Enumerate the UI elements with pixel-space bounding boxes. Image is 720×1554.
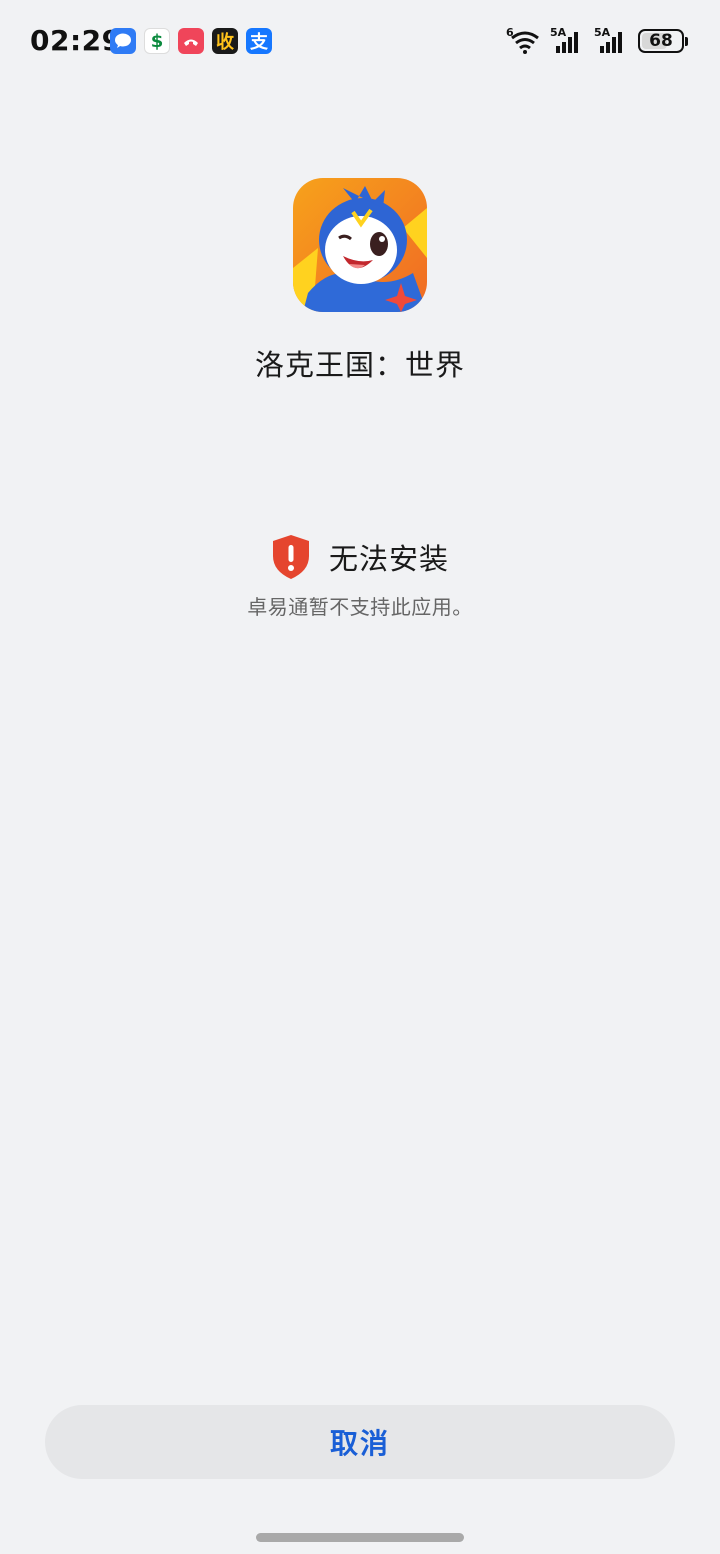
install-error: 无法安装 <box>0 534 720 580</box>
warning-shield-icon <box>271 534 311 580</box>
status-bar: 02:29 $ 收 支 6 5A 5A 68 <box>0 0 720 84</box>
battery-level: 68 <box>649 31 673 51</box>
status-time: 02:29 <box>30 24 122 57</box>
china-post-icon: $ <box>144 28 170 54</box>
wifi-icon: 6 <box>506 26 540 54</box>
phone-icon <box>178 28 204 54</box>
battery-indicator: 68 <box>638 29 688 53</box>
home-indicator[interactable] <box>256 1533 464 1542</box>
cashier-icon: 收 <box>212 28 238 54</box>
install-screen: 02:29 $ 收 支 6 5A 5A 68 洛克王国：世界 无法安装 卓易通暂… <box>0 0 720 1554</box>
app-name: 洛克王国：世界 <box>254 348 465 382</box>
battery-icon: 68 <box>638 29 684 53</box>
signal-sim2-icon: 5A <box>594 26 628 54</box>
alipay-icon: 支 <box>246 28 272 54</box>
signal-sim1-icon: 5A <box>550 26 584 54</box>
error-title: 无法安装 <box>328 542 449 576</box>
app-icon <box>293 178 427 312</box>
error-description: 卓易通暂不支持此应用。 <box>247 595 473 619</box>
notification-icons: $ 收 支 <box>110 28 272 54</box>
cancel-button[interactable]: 取消 <box>45 1405 675 1479</box>
messages-icon <box>110 28 136 54</box>
system-icons: 6 5A 5A 68 <box>506 26 688 54</box>
